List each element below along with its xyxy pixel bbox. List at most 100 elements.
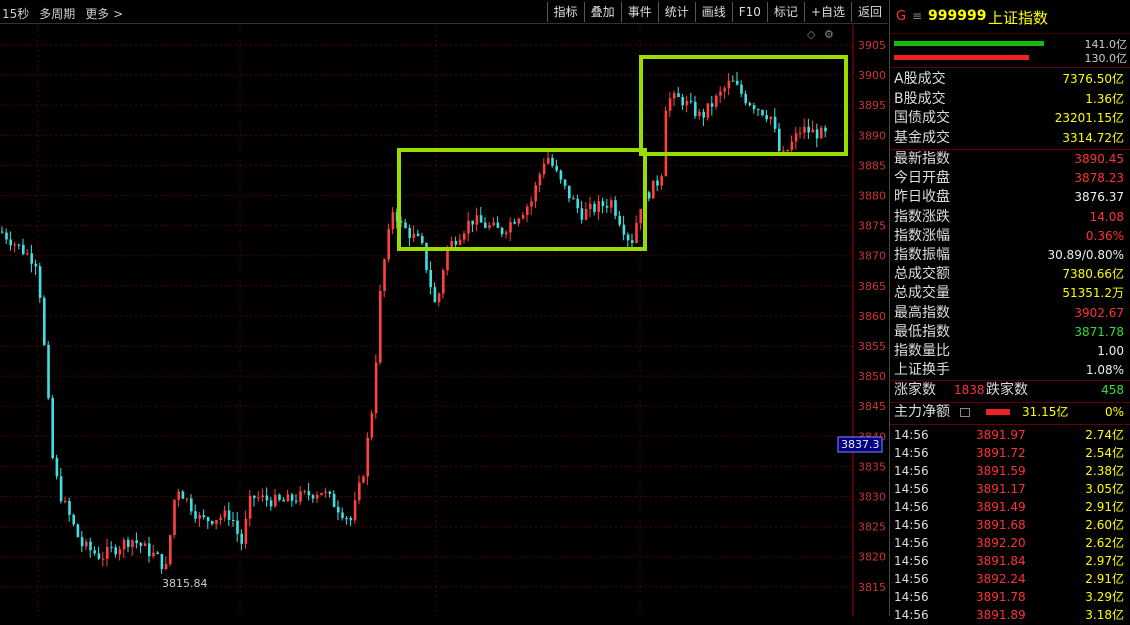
more-button[interactable]: 更多 > bbox=[85, 5, 123, 22]
candle-body bbox=[379, 290, 382, 363]
tick-amount: 3.05亿 bbox=[1085, 482, 1124, 496]
tick-price: 3891.17 bbox=[976, 482, 1026, 496]
tick-row[interactable]: 14:56 3891.17 3.05亿 bbox=[894, 480, 1124, 499]
candle-body bbox=[500, 227, 504, 235]
tick-row[interactable]: 14:56 3891.49 2.91亿 bbox=[894, 498, 1124, 517]
tick-time: 14:56 bbox=[894, 590, 929, 604]
candle-body bbox=[786, 149, 789, 151]
turnover-row: B股成交 1.36亿 bbox=[894, 90, 1124, 109]
candle-body bbox=[542, 163, 546, 175]
candle-body bbox=[685, 100, 689, 106]
candle-body bbox=[706, 103, 710, 118]
candle-body bbox=[782, 150, 785, 152]
turnover-value: 1.36亿 bbox=[1085, 91, 1124, 106]
candle-body bbox=[450, 241, 453, 248]
candle-body bbox=[181, 491, 185, 499]
toolbar-button-0[interactable]: 指标 bbox=[546, 2, 584, 22]
candle-body bbox=[757, 109, 760, 111]
candle-body bbox=[736, 80, 739, 85]
candle-body bbox=[475, 215, 479, 225]
tick-row[interactable]: 14:56 3891.84 2.97亿 bbox=[894, 552, 1124, 571]
stat-value: 1.00 bbox=[1097, 344, 1124, 358]
candle-body bbox=[387, 229, 390, 260]
candle-body bbox=[421, 235, 424, 243]
multi-period-button[interactable]: 多周期 bbox=[39, 5, 75, 22]
menu-icon[interactable]: ≡ bbox=[912, 9, 922, 23]
candle-body bbox=[366, 437, 369, 477]
kline-chart[interactable]: 3905 3900 3895 3890 3885 3880 3875 3870 3865 3860… bbox=[0, 25, 888, 616]
stat-row: 上证换手 1.08% bbox=[894, 361, 1124, 380]
security-code: 999999 bbox=[928, 8, 987, 24]
price-tick: 3870 bbox=[858, 250, 886, 263]
tick-row[interactable]: 14:56 3892.24 2.91亿 bbox=[894, 570, 1124, 589]
candle-body bbox=[202, 515, 206, 518]
stat-row: 总成交额 7380.66亿 bbox=[894, 265, 1124, 284]
candle-body bbox=[169, 535, 172, 565]
candle-body bbox=[429, 270, 432, 288]
price-tick: 3845 bbox=[858, 400, 886, 413]
toolbar-button-4[interactable]: 画线 bbox=[694, 2, 732, 22]
candle-body bbox=[681, 96, 684, 106]
toolbar-button-7[interactable]: +自选 bbox=[803, 2, 851, 22]
candle-body bbox=[614, 200, 617, 216]
candle-body bbox=[530, 201, 533, 207]
stat-value: 51351.2万 bbox=[1062, 286, 1124, 301]
price-tick: 3850 bbox=[858, 370, 886, 383]
candle-body bbox=[731, 80, 735, 82]
tick-row[interactable]: 14:56 3892.20 2.62亿 bbox=[894, 534, 1124, 553]
toolbar-button-8[interactable]: 返回 bbox=[850, 2, 888, 22]
period-selector[interactable]: 15秒 bbox=[2, 5, 29, 22]
candle-body bbox=[240, 533, 243, 544]
toolbar-button-2[interactable]: 事件 bbox=[620, 2, 658, 22]
candle-body bbox=[610, 200, 613, 208]
candle-body bbox=[521, 214, 525, 219]
candle-body bbox=[626, 234, 630, 241]
candle-body bbox=[479, 215, 483, 223]
candle-body bbox=[156, 552, 159, 555]
stat-label: 指数振幅 bbox=[894, 247, 950, 263]
tick-row[interactable]: 14:56 3891.72 2.54亿 bbox=[894, 444, 1124, 463]
candle-body bbox=[656, 180, 659, 186]
tick-row[interactable]: 14:56 3891.78 3.29亿 bbox=[894, 588, 1124, 607]
tick-row[interactable]: 14:56 3891.59 2.38亿 bbox=[894, 462, 1124, 481]
candle-body bbox=[584, 208, 588, 220]
price-tick: 3855 bbox=[858, 340, 886, 353]
tick-row[interactable]: 14:56 3891.97 2.74亿 bbox=[894, 426, 1124, 445]
candle-body bbox=[555, 165, 558, 171]
tick-price: 3891.78 bbox=[976, 590, 1026, 604]
candle-body bbox=[1, 231, 4, 233]
candle-body bbox=[110, 546, 113, 548]
candle-body bbox=[815, 129, 819, 139]
candle-body bbox=[299, 491, 302, 502]
list-icon[interactable] bbox=[960, 408, 970, 417]
candle-body bbox=[269, 500, 273, 507]
candle-body bbox=[55, 458, 59, 477]
toolbar-button-5[interactable]: F10 bbox=[731, 2, 767, 22]
candle-body bbox=[576, 198, 579, 209]
tick-row[interactable]: 14:56 3891.68 2.60亿 bbox=[894, 516, 1124, 535]
candle-body bbox=[618, 215, 621, 225]
candle-body bbox=[13, 244, 17, 246]
toolbar-button-1[interactable]: 叠加 bbox=[583, 2, 621, 22]
candle-body bbox=[324, 491, 327, 493]
candle-body bbox=[765, 115, 768, 120]
candle-body bbox=[106, 546, 109, 559]
candle-body bbox=[416, 233, 420, 236]
stat-label: 指数涨跌 bbox=[894, 208, 950, 225]
stat-value: 3876.37 bbox=[1074, 190, 1124, 205]
candle-body bbox=[471, 220, 474, 225]
candle-body bbox=[811, 129, 815, 133]
candle-body bbox=[295, 500, 298, 502]
candle-body bbox=[236, 520, 239, 534]
stat-row: 最高指数 3902.67 bbox=[894, 304, 1124, 323]
low-price-label: 3815.84 bbox=[162, 577, 208, 590]
candle-body bbox=[93, 550, 96, 554]
toolbar-button-3[interactable]: 统计 bbox=[657, 2, 695, 22]
candle-body bbox=[404, 222, 407, 228]
candle-body bbox=[635, 223, 638, 243]
candle-body bbox=[484, 222, 487, 228]
candle-body bbox=[563, 179, 567, 186]
turnover-value: 7376.50亿 bbox=[1062, 72, 1124, 86]
stat-label: 指数涨幅 bbox=[894, 227, 950, 244]
toolbar-button-6[interactable]: 标记 bbox=[766, 2, 804, 22]
